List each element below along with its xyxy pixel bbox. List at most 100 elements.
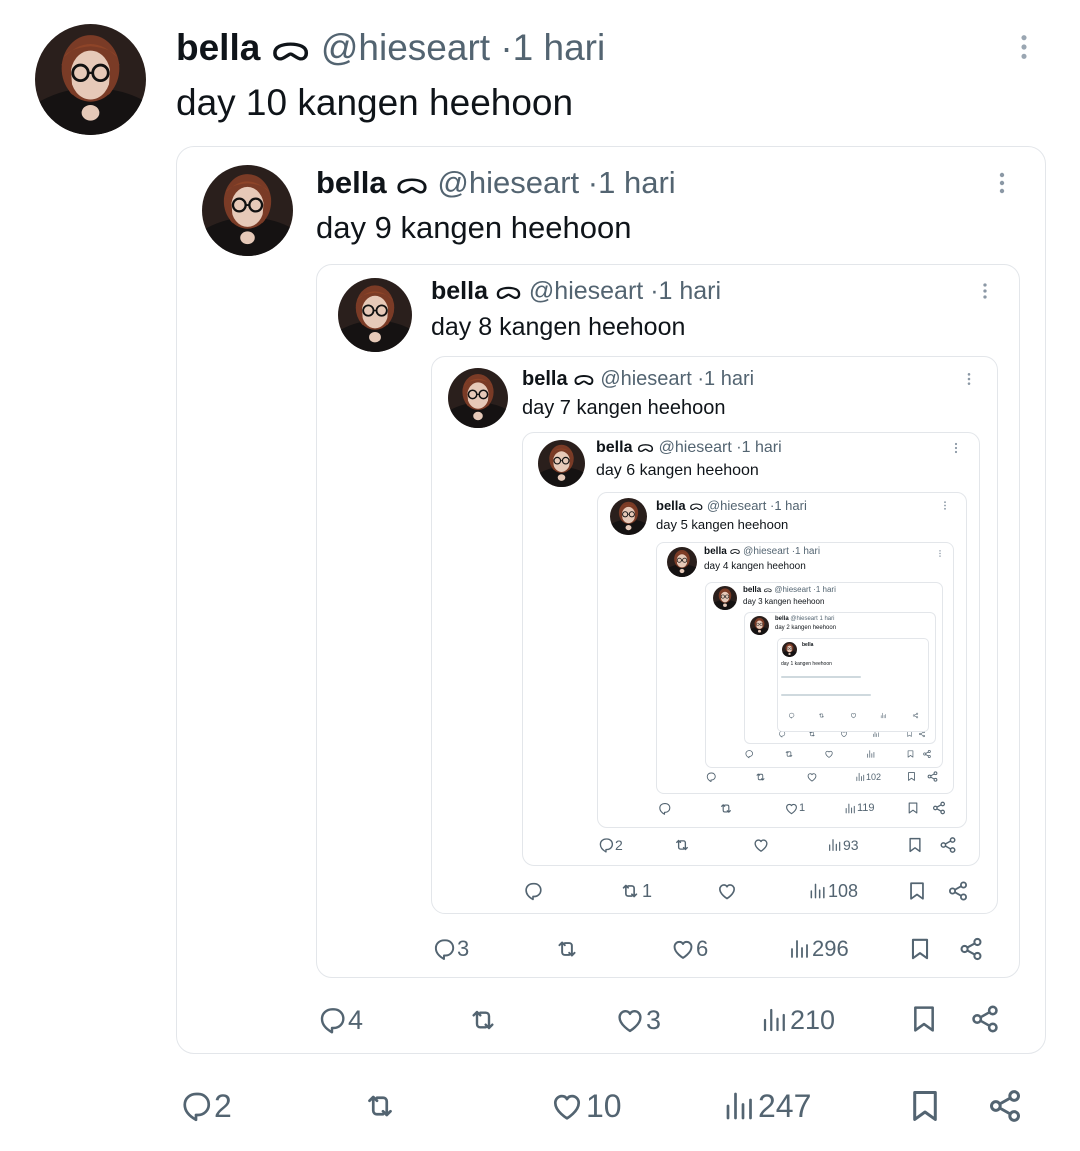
like-button[interactable]: 1 [784, 801, 805, 816]
avatar[interactable] [448, 368, 508, 428]
more-icon[interactable] [990, 168, 1014, 202]
bookmark-button[interactable] [907, 935, 933, 963]
share-icon [926, 770, 939, 783]
like-button[interactable] [752, 836, 770, 854]
avatar[interactable] [750, 616, 769, 635]
reply-button[interactable]: 2 [597, 836, 623, 854]
avatar[interactable] [610, 498, 647, 535]
author-handle[interactable]: @hieseart [659, 439, 732, 456]
avatar[interactable] [713, 586, 737, 610]
author-handle[interactable]: @hieseart [529, 277, 643, 305]
author-name[interactable]: bella [596, 439, 632, 456]
views-button[interactable]: 102 [855, 771, 881, 783]
avatar[interactable] [782, 642, 797, 657]
retweet-button[interactable] [360, 1088, 400, 1124]
views-button[interactable]: 296 [788, 936, 849, 962]
views-button[interactable] [866, 749, 876, 759]
avatar[interactable] [338, 278, 412, 352]
author-handle[interactable]: @hieseart [790, 616, 817, 622]
retweet-button[interactable] [818, 712, 825, 719]
reply-button[interactable] [744, 749, 754, 759]
author-name[interactable]: bella [656, 498, 686, 513]
author-handle[interactable]: @hieseart [707, 498, 766, 513]
avatar[interactable] [667, 547, 697, 577]
author-name[interactable]: bella [802, 642, 813, 648]
author-name[interactable]: bella [704, 546, 727, 557]
timestamp[interactable]: 1 hari [774, 498, 807, 513]
reply-button[interactable]: 2 [178, 1088, 232, 1124]
share-button[interactable] [985, 1086, 1025, 1126]
bookmark-button[interactable] [906, 749, 915, 759]
bookmark-button[interactable] [906, 770, 917, 783]
more-icon[interactable] [962, 369, 976, 393]
timestamp[interactable]: 1 hari [816, 585, 836, 594]
timestamp[interactable]: 1 hari [659, 277, 722, 305]
bookmark-button[interactable] [906, 879, 928, 903]
timestamp[interactable]: 1 hari [795, 546, 820, 557]
author-handle[interactable]: @hieseart [321, 27, 490, 68]
author-handle[interactable]: @hieseart [437, 165, 579, 200]
bookmark-button[interactable] [906, 835, 924, 855]
views-button[interactable]: 119 [844, 801, 875, 816]
bookmark-button[interactable] [906, 1086, 944, 1126]
like-button[interactable]: 6 [670, 936, 708, 962]
more-icon[interactable] [1010, 29, 1038, 69]
like-button[interactable]: 10 [548, 1088, 622, 1124]
author-handle[interactable]: @hieseart [743, 546, 789, 557]
views-button[interactable]: 210 [760, 1004, 835, 1036]
share-button[interactable] [938, 835, 958, 855]
like-button[interactable]: 3 [614, 1004, 661, 1036]
author-handle[interactable]: @hieseart [774, 585, 811, 594]
reply-button[interactable] [657, 801, 672, 816]
more-icon[interactable] [950, 440, 962, 460]
timestamp[interactable]: 1 hari [819, 616, 834, 622]
more-icon[interactable] [940, 499, 950, 516]
bookmark-button[interactable] [908, 1002, 940, 1036]
reply-button[interactable] [788, 712, 795, 719]
like-button[interactable] [716, 880, 738, 902]
timestamp[interactable]: 1 hari [513, 27, 606, 68]
reply-button[interactable]: 4 [316, 1004, 363, 1036]
avatar[interactable] [202, 165, 293, 256]
reply-button[interactable]: 3 [431, 936, 469, 962]
more-icon[interactable] [936, 547, 944, 563]
bookmark-button[interactable] [906, 800, 920, 816]
more-icon[interactable] [976, 279, 994, 307]
retweet-button[interactable] [466, 1004, 500, 1036]
retweet-button[interactable] [754, 771, 767, 783]
author-name[interactable]: bella [522, 368, 568, 390]
retweet-button[interactable]: 1 [618, 880, 652, 902]
share-button[interactable] [957, 935, 985, 963]
retweet-button[interactable] [718, 801, 734, 816]
author-name[interactable]: bella [316, 165, 387, 200]
author-name[interactable]: bella [431, 277, 488, 305]
avatar[interactable] [538, 440, 585, 487]
retweet-button[interactable] [553, 936, 581, 962]
share-button[interactable] [968, 1002, 1002, 1036]
share-button[interactable] [922, 749, 932, 759]
timestamp[interactable]: 1 hari [598, 165, 676, 200]
share-button[interactable] [931, 800, 947, 816]
share-button[interactable] [912, 712, 919, 719]
author-handle[interactable]: @hieseart [600, 368, 691, 390]
views-button[interactable]: 93 [827, 836, 859, 854]
retweet-button[interactable] [784, 749, 794, 759]
reply-icon [705, 771, 717, 783]
reply-button[interactable] [705, 771, 717, 783]
retweet-button[interactable] [672, 836, 692, 854]
reply-button[interactable] [522, 880, 544, 902]
views-button[interactable]: 108 [808, 880, 858, 902]
timestamp[interactable]: 1 hari [704, 368, 754, 390]
views-button[interactable] [880, 712, 887, 719]
views-button[interactable]: 247 [722, 1088, 811, 1124]
like-button[interactable] [850, 712, 857, 719]
share-button[interactable] [946, 879, 970, 903]
share-button[interactable] [926, 770, 939, 783]
like-button[interactable] [806, 771, 818, 783]
author-name[interactable]: bella [743, 585, 761, 594]
like-button[interactable] [824, 749, 834, 759]
timestamp[interactable]: 1 hari [742, 439, 782, 456]
avatar[interactable] [35, 24, 146, 135]
author-name[interactable]: bella [775, 616, 789, 622]
author-name[interactable]: bella [176, 27, 260, 68]
